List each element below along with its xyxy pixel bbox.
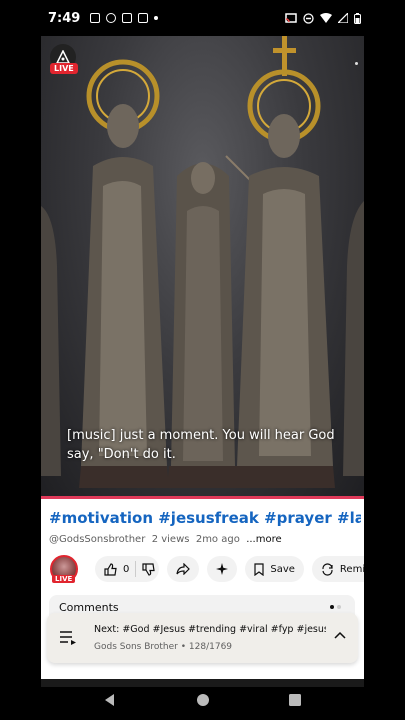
status-time: 7:49 — [48, 10, 81, 26]
system-nav-bar — [0, 687, 405, 720]
like-dislike-group: 0 — [95, 556, 160, 582]
save-button[interactable]: Save — [245, 556, 304, 582]
facebook-icon — [138, 13, 149, 23]
up-next-bar[interactable]: Next: #God #Jesus #trending #viral #fyp … — [47, 613, 358, 663]
divider — [135, 561, 137, 577]
pyramid-logo-icon — [56, 50, 70, 64]
up-next-title: Next: #God #Jesus #trending #viral #fyp … — [94, 624, 326, 635]
facebook-icon — [90, 13, 101, 23]
video-meta: @GodsSonsbrother 2 views 2mo ago ...more — [49, 534, 282, 545]
video-title[interactable]: #motivation #jesusfreak #prayer #lawofa.… — [49, 509, 361, 527]
page-indicator — [330, 605, 341, 609]
share-button[interactable] — [167, 556, 200, 582]
recents-icon[interactable] — [288, 693, 302, 707]
view-count: 2 views — [151, 534, 190, 545]
thumbs-up-icon[interactable] — [104, 562, 117, 576]
next-video-preview — [41, 679, 364, 687]
home-icon[interactable] — [196, 693, 210, 707]
more-link[interactable]: ...more — [246, 534, 281, 545]
screen: 7:49 LIVE [music] just a moment. You wil… — [0, 0, 405, 720]
remix-label: Remix — [339, 563, 364, 575]
up-next-subtitle: Gods Sons Brother • 128/1769 — [94, 642, 233, 652]
chevron-up-icon[interactable] — [334, 631, 346, 639]
thumbs-down-icon[interactable] — [142, 562, 156, 576]
remix-icon — [322, 562, 333, 576]
notification-icons — [90, 13, 159, 23]
remix-button[interactable]: Remix — [311, 556, 364, 582]
facebook-icon — [122, 13, 133, 23]
video-info-panel: #motivation #jesusfreak #prayer #lawofa.… — [41, 499, 364, 679]
bookmark-icon — [254, 562, 264, 576]
upload-age: 2mo ago — [195, 534, 240, 545]
video-player[interactable]: LIVE [music] just a moment. You will hea… — [41, 36, 364, 496]
messenger-icon — [106, 13, 117, 23]
video-caption: [music] just a moment. You will hear God… — [67, 428, 335, 462]
system-icons — [285, 12, 361, 24]
back-icon[interactable] — [103, 693, 117, 707]
avatar-live-badge: LIVE — [52, 575, 76, 583]
status-bar: 7:49 — [0, 0, 405, 36]
sparkle-icon — [216, 563, 229, 575]
ask-button[interactable] — [207, 556, 238, 582]
like-count: 0 — [123, 563, 130, 575]
more-options-dot[interactable] — [355, 62, 358, 65]
cast-icon — [285, 13, 297, 23]
channel-handle[interactable]: @GodsSonsbrother — [49, 534, 145, 545]
action-buttons: 0 Save Remix — [95, 556, 364, 582]
dot-icon — [154, 16, 159, 20]
battery-icon — [354, 12, 361, 24]
wifi-icon — [320, 13, 332, 23]
live-badge: LIVE — [50, 63, 78, 74]
playlist-icon — [60, 631, 76, 645]
dnd-icon — [303, 12, 314, 24]
save-label: Save — [270, 563, 295, 575]
share-icon — [176, 563, 191, 575]
signal-icon — [338, 13, 348, 23]
